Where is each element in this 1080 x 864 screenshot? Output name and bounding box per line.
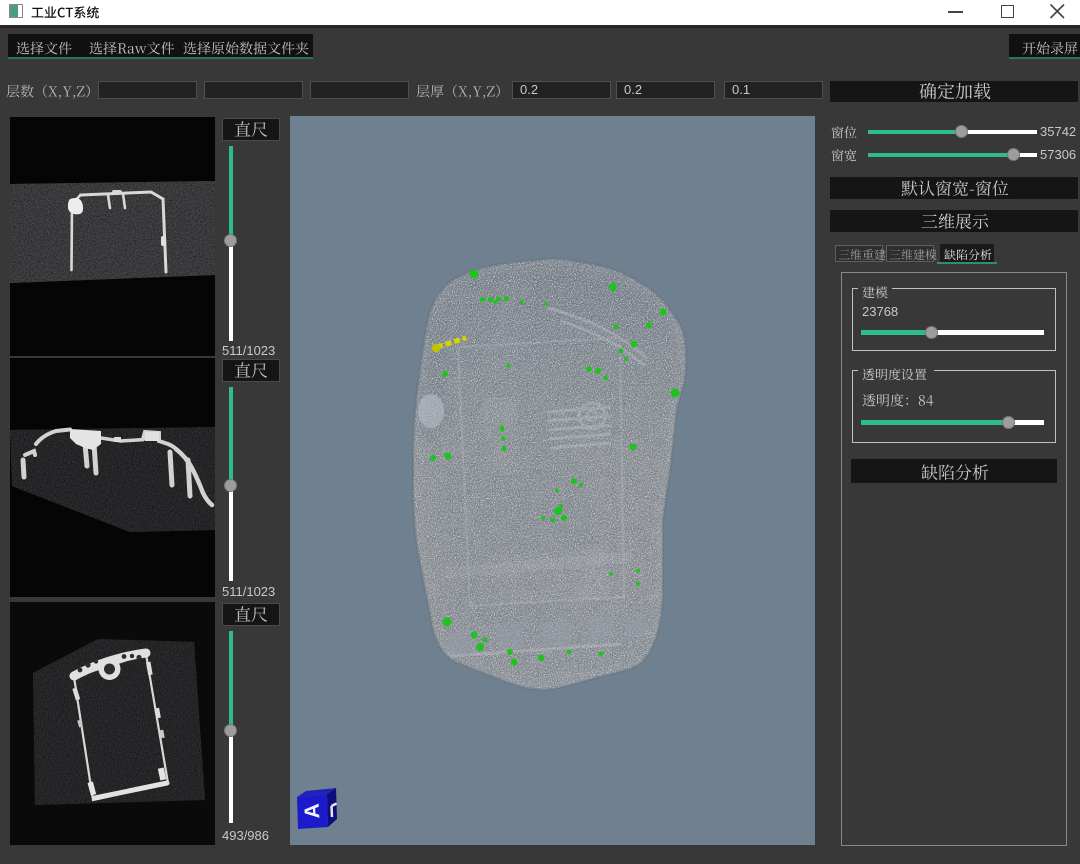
svg-text:A: A bbox=[301, 803, 325, 819]
